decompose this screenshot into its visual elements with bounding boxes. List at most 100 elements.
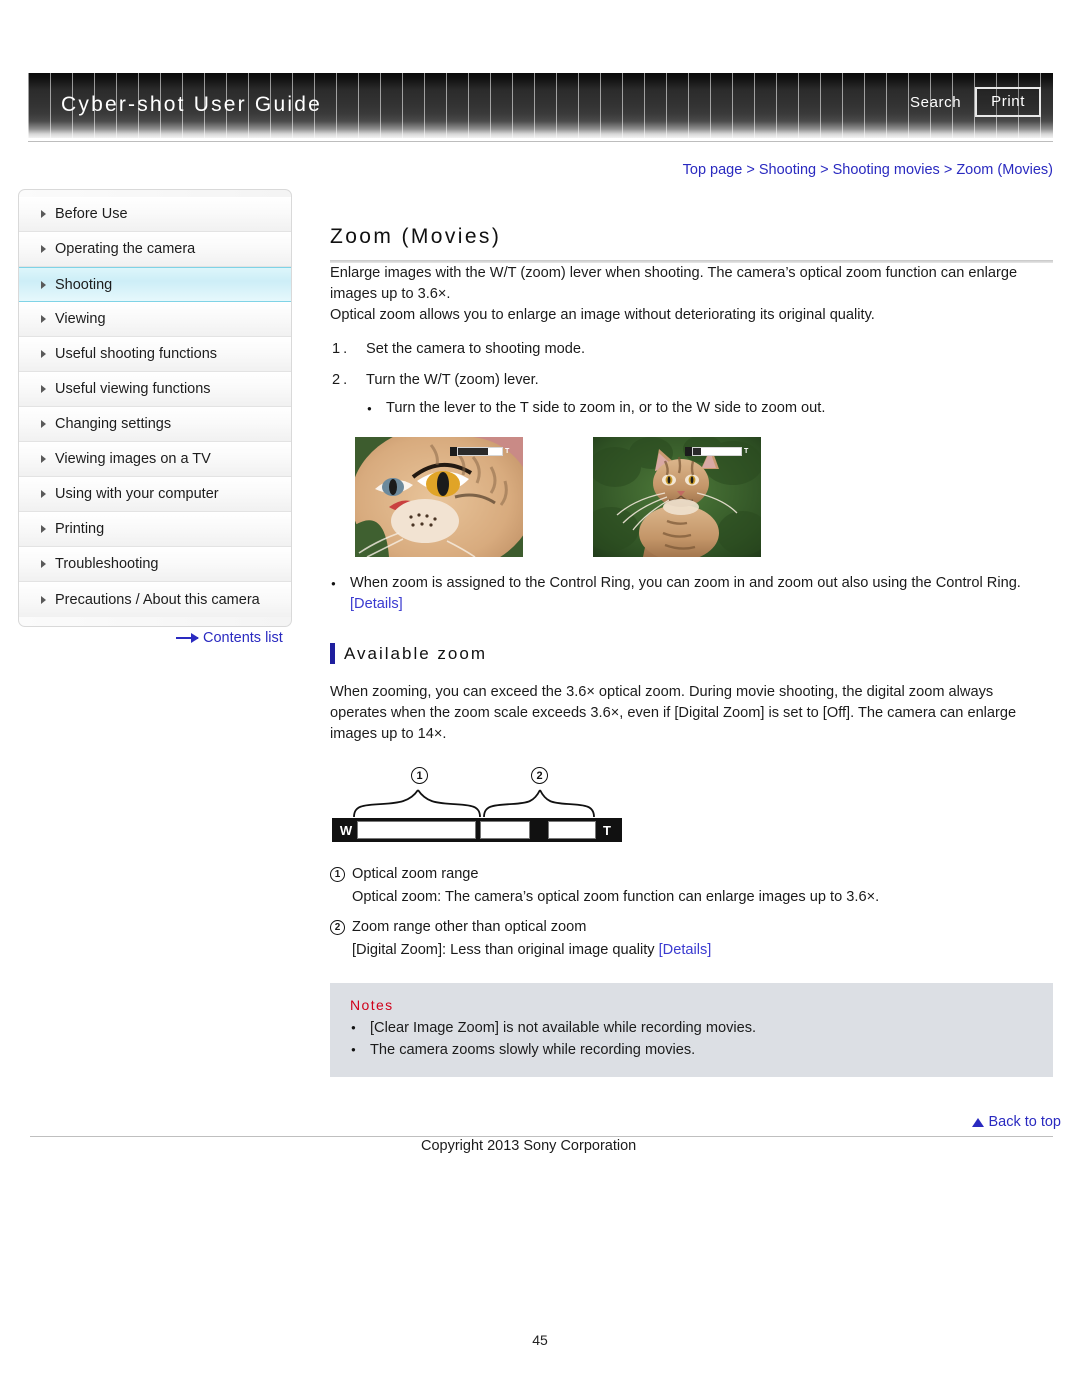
zoom-fill — [458, 448, 488, 455]
zoom-range-diagram: 1 2 W T — [332, 767, 632, 842]
sidebar-item-useful-shooting-functions[interactable]: Useful shooting functions — [19, 337, 291, 372]
section-accent-bar — [330, 643, 335, 664]
zoom-t-label: T — [744, 448, 749, 455]
explanation-1-title-row: 1 Optical zoom range — [330, 864, 1053, 885]
sidebar-item-precautions-about-this-camera[interactable]: Precautions / About this camera — [19, 582, 291, 617]
sidebar-item-label: Useful shooting functions — [55, 346, 218, 362]
chevron-right-icon — [41, 595, 46, 604]
chevron-right-icon — [41, 525, 46, 533]
step-2: 2. Turn the W/T (zoom) lever. Turn the l… — [330, 370, 1053, 419]
diagram-explanations: 1 Optical zoom range Optical zoom: The c… — [330, 864, 1053, 961]
sidebar-item-label: Shooting — [55, 276, 113, 293]
zoom-t-label: T — [505, 448, 510, 455]
control-ring-note: When zoom is assigned to the Control Rin… — [330, 573, 1053, 615]
sidebar-item-useful-viewing-functions[interactable]: Useful viewing functions — [19, 372, 291, 407]
sidebar-item-viewing-images-on-a-tv[interactable]: Viewing images on a TV — [19, 442, 291, 477]
step-2-bullets: Turn the lever to the T side to zoom in,… — [366, 398, 1053, 419]
step-number: 1. — [332, 341, 351, 357]
chevron-right-icon — [41, 490, 46, 498]
footer-divider — [30, 1136, 1053, 1137]
details-link-control-ring[interactable]: [Details] — [350, 596, 403, 612]
contents-list-link[interactable]: Contents list — [176, 630, 283, 646]
diagram-braces — [353, 789, 595, 818]
arrow-right-icon — [176, 633, 199, 643]
photo-zoomed-in: T — [355, 437, 523, 557]
document-page: Cyber-shot User Guide Search Print Top p… — [0, 0, 1080, 1397]
details-link-digital-zoom[interactable]: [Details] — [659, 942, 712, 958]
print-button[interactable]: Print — [975, 87, 1041, 117]
sidebar-item-shooting[interactable]: Shooting — [19, 267, 291, 302]
breadcrumb[interactable]: Top page > Shooting > Shooting movies > … — [683, 162, 1053, 178]
zoom-w-marker — [685, 447, 692, 456]
sidebar-item-label: Useful viewing functions — [55, 381, 211, 397]
section-title: Available zoom — [344, 643, 487, 663]
step-2-bullet: Turn the lever to the T side to zoom in,… — [366, 398, 1053, 419]
explanation-marker-2: 2 — [330, 920, 345, 935]
page-number: 45 — [532, 1332, 548, 1348]
sidebar-item-label: Troubleshooting — [55, 556, 159, 572]
note-item: [Clear Image Zoom] is not available whil… — [350, 1017, 1033, 1039]
step-text: Turn the W/T (zoom) lever. — [366, 372, 539, 388]
sidebar-item-changing-settings[interactable]: Changing settings — [19, 407, 291, 442]
chevron-right-icon — [41, 350, 46, 358]
header-divider — [28, 141, 1053, 142]
notes-list: [Clear Image Zoom] is not available whil… — [350, 1017, 1033, 1061]
back-to-top-label: Back to top — [988, 1114, 1061, 1130]
sidebar-item-using-with-your-computer[interactable]: Using with your computer — [19, 477, 291, 512]
sidebar-item-label: Changing settings — [55, 416, 172, 432]
sidebar-item-label: Viewing images on a TV — [55, 451, 211, 467]
chevron-right-icon — [41, 280, 46, 289]
sidebar-item-viewing[interactable]: Viewing — [19, 302, 291, 337]
sidebar-item-printing[interactable]: Printing — [19, 512, 291, 547]
scale-optical-segment — [357, 821, 476, 839]
control-ring-text: When zoom is assigned to the Control Rin… — [350, 575, 1021, 591]
sidebar-item-troubleshooting[interactable]: Troubleshooting — [19, 547, 291, 582]
step-text: Set the camera to shooting mode. — [366, 341, 586, 357]
back-to-top-link[interactable]: Back to top — [972, 1114, 1061, 1130]
scale-t-label: T — [603, 822, 611, 838]
sidebar-item-before-use[interactable]: Before Use — [19, 197, 291, 232]
explanation-marker-1: 1 — [330, 867, 345, 882]
sidebar-item-label: Before Use — [55, 206, 128, 222]
contents-list-label: Contents list — [203, 630, 283, 646]
sidebar-item-label: Printing — [55, 521, 105, 537]
site-title: Cyber-shot User Guide — [61, 93, 322, 116]
notes-title: Notes — [350, 997, 394, 1013]
explanation-2-detail: [Digital Zoom]: Less than original image… — [352, 942, 659, 958]
chevron-right-icon — [41, 210, 46, 218]
chevron-right-icon — [41, 245, 46, 253]
photo-zoomed-out: T — [593, 437, 761, 557]
sidebar-item-label: Operating the camera — [55, 241, 196, 257]
triangle-up-icon — [972, 1117, 985, 1127]
explanation-2-detail-row: [Digital Zoom]: Less than original image… — [330, 940, 1053, 961]
explanation-2-title-row: 2 Zoom range other than optical zoom — [330, 917, 1053, 938]
section-heading-available-zoom: Available zoom — [330, 643, 1053, 664]
control-ring-bullet: When zoom is assigned to the Control Rin… — [330, 573, 1053, 615]
site-header: Cyber-shot User Guide Search Print — [28, 73, 1053, 138]
main-content: Zoom (Movies) Enlarge images with the W/… — [330, 190, 1053, 1077]
zoom-track — [692, 447, 742, 456]
intro-paragraph-2: Optical zoom allows you to enlarge an im… — [330, 307, 875, 323]
chevron-right-icon — [41, 455, 46, 463]
note-item: The camera zooms slowly while recording … — [350, 1039, 1033, 1061]
scale-digital-segment-a — [480, 821, 530, 839]
chevron-right-icon — [41, 560, 46, 568]
step-number: 2. — [332, 372, 351, 388]
scale-w-label: W — [339, 822, 353, 838]
sidebar-item-label: Viewing — [55, 311, 106, 327]
explanation-1-title: Optical zoom range — [352, 866, 479, 882]
copyright-text: Copyright 2013 Sony Corporation — [421, 1138, 637, 1154]
page-title: Zoom (Movies) — [330, 225, 502, 248]
intro-paragraph-1: Enlarge images with the W/T (zoom) lever… — [330, 265, 1018, 302]
zoom-track — [457, 447, 503, 456]
chevron-right-icon — [41, 315, 46, 323]
notes-box: Notes [Clear Image Zoom] is not availabl… — [330, 983, 1053, 1077]
chevron-right-icon — [41, 420, 46, 428]
explanation-1-detail: Optical zoom: The camera’s optical zoom … — [352, 889, 880, 905]
zoom-w-marker — [450, 447, 457, 456]
zoom-fill — [693, 448, 701, 455]
sidebar-item-label: Precautions / About this camera — [55, 591, 260, 608]
search-button[interactable]: Search — [910, 94, 961, 111]
header-actions: Search Print — [910, 87, 1041, 117]
sidebar-item-operating-the-camera[interactable]: Operating the camera — [19, 232, 291, 267]
